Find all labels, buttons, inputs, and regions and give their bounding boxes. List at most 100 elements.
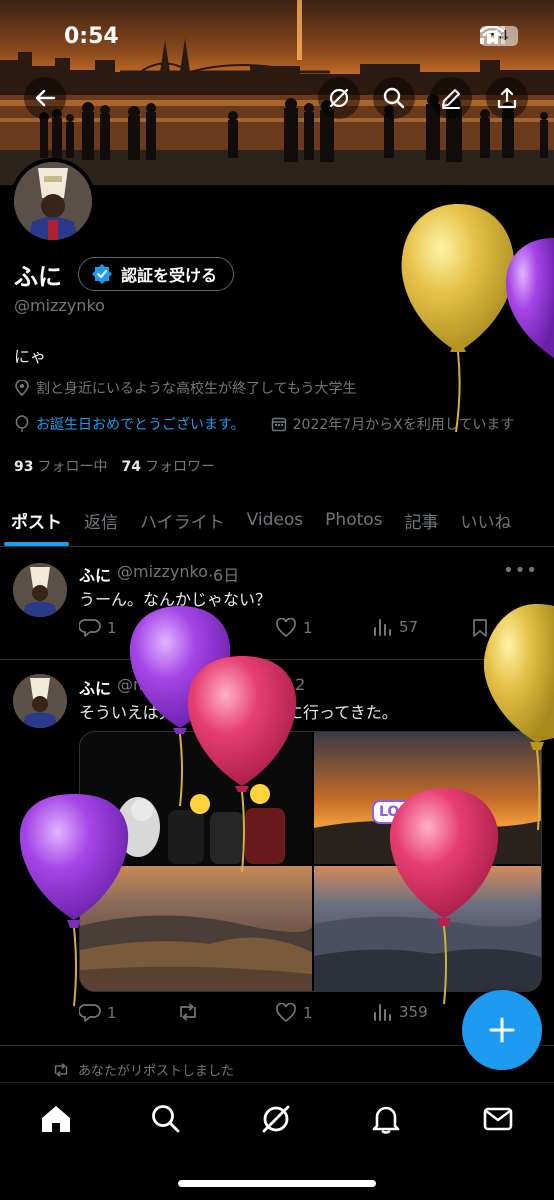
profile-name: ふに bbox=[14, 263, 62, 291]
views-button[interactable]: 359 bbox=[373, 1003, 428, 1021]
post-image[interactable] bbox=[80, 732, 312, 864]
nav-home[interactable] bbox=[36, 1099, 76, 1139]
tab-posts[interactable]: ポスト bbox=[0, 494, 73, 546]
post-image[interactable] bbox=[80, 866, 312, 991]
location-text: 割と身近にいるような高校生が終了してもう大学生 bbox=[36, 381, 357, 397]
repost-icon bbox=[180, 1003, 196, 1021]
followers-link[interactable]: 74 フォロワー bbox=[121, 456, 214, 476]
tab-replies[interactable]: 返信 bbox=[73, 494, 129, 546]
following-link[interactable]: 93 フォロー中 bbox=[14, 456, 107, 476]
search-button[interactable] bbox=[373, 77, 415, 119]
post-author-handle[interactable]: @mizzynko bbox=[117, 675, 208, 699]
calendar-icon bbox=[271, 417, 286, 432]
bell-icon bbox=[372, 1106, 400, 1134]
share-icon bbox=[497, 87, 517, 109]
views-icon bbox=[374, 1004, 391, 1021]
repost-note: あなたがリポストしました bbox=[52, 1060, 234, 1079]
status-time: 0:54 bbox=[64, 24, 119, 49]
post-image[interactable]: LOL LOL bbox=[314, 732, 541, 864]
share-button[interactable] bbox=[486, 77, 528, 119]
nav-messages[interactable] bbox=[478, 1099, 518, 1139]
search-icon bbox=[383, 87, 405, 109]
repost-button[interactable] bbox=[177, 618, 199, 636]
tab-highlights[interactable]: ハイライト bbox=[129, 494, 236, 546]
reply-button[interactable]: 1 bbox=[79, 1003, 117, 1023]
heart-icon bbox=[276, 618, 296, 638]
reply-count: 1 bbox=[107, 619, 117, 637]
tab-photos[interactable]: Photos bbox=[314, 494, 393, 546]
grok-button[interactable] bbox=[318, 77, 360, 119]
post-media-grid: LOL LOL bbox=[79, 731, 542, 992]
home-indicator bbox=[178, 1180, 376, 1187]
post-item[interactable]: ふに @mizzynko ·6日 ••• うーん。なんかじゃない？ 1 1 57 bbox=[0, 548, 554, 660]
post-header: ふに @mizzynko ·2025/11/12 bbox=[79, 675, 305, 699]
avatar[interactable] bbox=[13, 563, 67, 617]
reply-icon bbox=[79, 619, 101, 637]
post-author-name[interactable]: ふに bbox=[79, 675, 111, 699]
nav-grok[interactable] bbox=[256, 1099, 296, 1139]
plus-icon bbox=[489, 1017, 515, 1043]
like-count: 1 bbox=[303, 619, 313, 637]
pencil-icon bbox=[442, 89, 460, 109]
repost-button[interactable] bbox=[177, 1003, 199, 1021]
balloon-icon bbox=[15, 415, 29, 432]
post-more-button[interactable]: ••• bbox=[503, 673, 538, 694]
tab-likes[interactable]: いいね bbox=[450, 494, 523, 546]
get-verified-button[interactable]: 認証を受ける bbox=[78, 257, 235, 291]
post-more-button[interactable]: ••• bbox=[503, 560, 538, 581]
repost-icon bbox=[180, 618, 196, 636]
profile-handle: @mizzynko bbox=[14, 296, 105, 315]
nav-notifications[interactable] bbox=[366, 1099, 406, 1139]
grok-icon bbox=[262, 1105, 290, 1133]
compose-post-button[interactable] bbox=[462, 990, 542, 1070]
post-time: ·6日 bbox=[207, 566, 240, 585]
like-button[interactable]: 1 bbox=[275, 618, 313, 638]
post-header: ふに @mizzynko ·6日 bbox=[79, 562, 239, 586]
bookmark-icon bbox=[473, 619, 487, 637]
post-text: うーん。なんかじゃない？ bbox=[79, 590, 272, 609]
profile-avatar[interactable] bbox=[10, 158, 96, 244]
views-icon bbox=[374, 619, 391, 636]
search-icon bbox=[152, 1105, 180, 1133]
share-icon bbox=[519, 619, 535, 637]
views-button[interactable]: 57 bbox=[373, 618, 418, 636]
grok-icon bbox=[329, 88, 349, 108]
reply-button[interactable]: 1 bbox=[79, 618, 117, 638]
post-text: そういえば先週末に霧降高原に行ってきた。 bbox=[79, 703, 398, 722]
heart-icon bbox=[276, 1003, 296, 1023]
like-count: 1 bbox=[303, 1004, 313, 1022]
tab-videos[interactable]: Videos bbox=[236, 494, 315, 546]
view-count: 57 bbox=[399, 618, 419, 636]
profile-bio: にゃ bbox=[14, 347, 47, 366]
lol-sticker: LOL bbox=[372, 800, 416, 824]
view-count: 359 bbox=[399, 1003, 428, 1021]
get-verified-label: 認証を受ける bbox=[121, 266, 218, 285]
edit-button[interactable] bbox=[430, 77, 472, 119]
balloon-purple bbox=[505, 238, 554, 358]
nav-search[interactable] bbox=[146, 1099, 186, 1139]
post-author-handle[interactable]: @mizzynko bbox=[117, 562, 208, 586]
avatar[interactable] bbox=[13, 674, 67, 728]
reply-count: 1 bbox=[107, 1004, 117, 1022]
post-image[interactable] bbox=[314, 866, 541, 991]
wifi-icon bbox=[480, 26, 504, 43]
balloon-yellow bbox=[401, 204, 515, 433]
follow-stats: 93 フォロー中 74 フォロワー bbox=[14, 456, 215, 476]
tab-articles[interactable]: 記事 bbox=[394, 494, 450, 546]
post-time: ·2025/11/12 bbox=[207, 675, 306, 694]
bookmark-button[interactable] bbox=[471, 618, 489, 638]
location-icon bbox=[15, 380, 29, 396]
post-actions: 1 1 57 bbox=[79, 618, 544, 642]
birthday-link[interactable]: お誕生日おめでとうございます。 bbox=[36, 414, 245, 434]
home-icon bbox=[42, 1106, 70, 1132]
post-share-button[interactable] bbox=[517, 618, 537, 638]
lol-sticker: LOL bbox=[446, 816, 490, 840]
profile-meta-row: お誕生日おめでとうございます。 2022年7月からXを利用しています bbox=[14, 414, 514, 434]
like-button[interactable]: 1 bbox=[275, 1003, 313, 1023]
back-button[interactable] bbox=[24, 77, 66, 119]
post-author-name[interactable]: ふに bbox=[79, 562, 111, 586]
reply-icon bbox=[79, 1004, 101, 1022]
joined-date: 2022年7月からXを利用しています bbox=[292, 417, 515, 433]
repost-note-text: あなたがリポストしました bbox=[78, 1064, 235, 1079]
status-icons: 54 bbox=[480, 26, 518, 46]
